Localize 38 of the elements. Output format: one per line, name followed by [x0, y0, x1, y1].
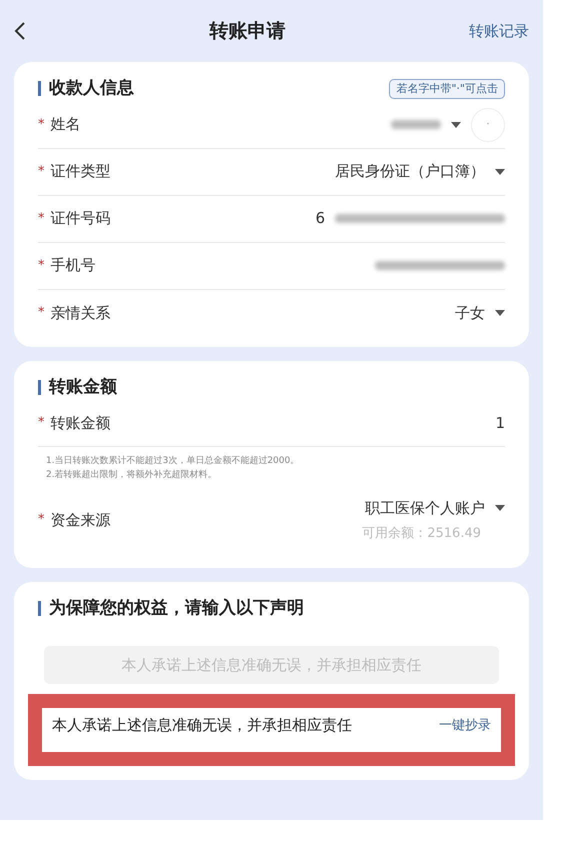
field-label: 证件号码 [50, 208, 110, 230]
field-label: 亲情关系 [50, 302, 110, 324]
transfer-records-link[interactable]: 转账记录 [469, 20, 529, 42]
amount-value[interactable]: 1 [495, 412, 505, 434]
field-label: 手机号 [50, 255, 96, 276]
back-icon[interactable] [14, 21, 26, 41]
hint-tag: 若名字中带"·"可点击 [389, 78, 505, 99]
dropdown-caret-icon[interactable] [495, 505, 505, 512]
required-mark: * [38, 210, 44, 228]
page-title: 转账申请 [210, 18, 286, 44]
section-title: 转账金额 [49, 376, 117, 398]
field-value[interactable]: 职工医保个人账户 [365, 497, 485, 520]
field-value: 子女 [455, 302, 485, 324]
required-mark: * [38, 162, 44, 181]
section-marker [38, 601, 41, 616]
section-marker [38, 81, 41, 96]
field-label: 姓名 [50, 114, 80, 136]
field-label: 证件类型 [50, 161, 110, 182]
required-mark: * [38, 511, 44, 530]
limit-note: 1.当日转账次数累计不能超过3次，单日总金额不能超过2000。 [46, 455, 300, 468]
dropdown-caret-icon[interactable] [495, 310, 505, 316]
required-mark: * [38, 256, 44, 275]
dropdown-caret-icon[interactable] [451, 122, 461, 128]
limit-note: 2.若转账超出限制，将额外补充超限材料。 [46, 468, 218, 482]
section-marker [38, 380, 41, 395]
section-title: 收款人信息 [49, 77, 134, 100]
field-value: 6 [315, 208, 325, 230]
copy-statement-link[interactable]: 一键抄录 [439, 712, 491, 736]
dropdown-caret-icon[interactable] [495, 168, 505, 174]
balance-text: 可用余额：2516.49 [362, 524, 481, 542]
field-label: 资金来源 [50, 510, 110, 531]
required-mark: * [38, 116, 44, 134]
required-mark: * [38, 304, 44, 322]
section-title: 为保障您的权益，请输入以下声明 [49, 597, 304, 620]
field-label: 转账金额 [50, 412, 110, 434]
statement-input-field[interactable]: 本人承诺上述信息准确无误，并承担相应责任 一键抄录 [28, 694, 515, 766]
required-mark: * [38, 414, 44, 432]
field-value: 居民身份证（户口簿） [335, 161, 485, 182]
